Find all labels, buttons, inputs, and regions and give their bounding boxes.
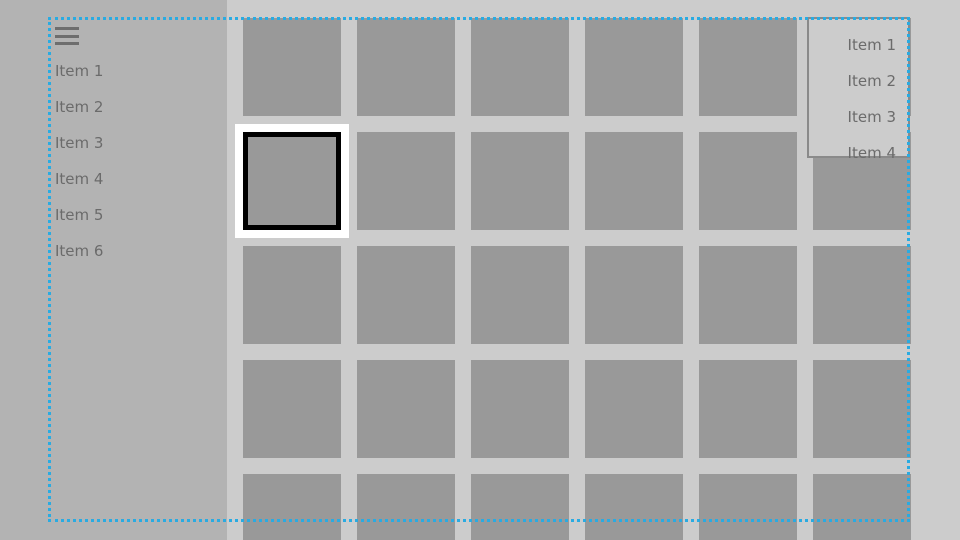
grid-cell[interactable] [357,18,455,116]
grid-cell[interactable] [585,246,683,344]
grid-cell[interactable] [699,132,797,230]
grid-cell[interactable] [813,246,911,344]
hamburger-bar-3 [55,42,79,45]
grid-cell[interactable] [585,18,683,116]
hamburger-bar-2 [55,34,79,38]
grid-cell[interactable] [471,360,569,458]
grid-cell[interactable] [471,132,569,230]
dropdown-item-2[interactable]: Item 2 [848,71,896,91]
grid-cell[interactable] [243,474,341,540]
sidebar-item-1[interactable]: Item 1 [55,61,205,81]
grid-cell[interactable] [471,474,569,540]
grid-cell[interactable] [585,474,683,540]
grid-cell[interactable] [243,360,341,458]
grid-cell[interactable] [357,132,455,230]
grid-cell[interactable] [699,360,797,458]
sidebar-item-4[interactable]: Item 4 [55,169,205,189]
grid-cell[interactable] [357,246,455,344]
grid-cell[interactable] [699,474,797,540]
grid-cell[interactable] [243,18,341,116]
grid-cell[interactable] [699,18,797,116]
sidebar-item-6[interactable]: Item 6 [55,241,205,261]
grid-cell[interactable] [813,360,911,458]
grid-cell[interactable] [357,474,455,540]
grid-cell-focus-ring [243,132,341,230]
hamburger-icon[interactable] [55,27,79,45]
sidebar: Item 1 Item 2 Item 3 Item 4 Item 5 Item … [0,0,227,540]
sidebar-item-5[interactable]: Item 5 [55,205,205,225]
hamburger-bar-1 [55,27,79,30]
grid-cell[interactable] [699,246,797,344]
grid-cell[interactable] [585,360,683,458]
grid-cell[interactable] [357,360,455,458]
grid-cell[interactable] [471,18,569,116]
sidebar-item-3[interactable]: Item 3 [55,133,205,153]
dropdown-item-1[interactable]: Item 1 [848,35,896,55]
grid-cell[interactable] [585,132,683,230]
app-root: Item 1 Item 2 Item 3 Item 4 Item 5 Item … [0,0,960,540]
dropdown-item-4[interactable]: Item 4 [848,143,896,163]
sidebar-item-2[interactable]: Item 2 [55,97,205,117]
grid-cell-focused[interactable] [235,124,349,238]
dropdown-menu[interactable]: Item 1 Item 2 Item 3 Item 4 [807,17,910,162]
grid-cell[interactable] [813,474,911,540]
dropdown-item-3[interactable]: Item 3 [848,107,896,127]
grid-cell[interactable] [471,246,569,344]
grid-cell[interactable] [243,246,341,344]
